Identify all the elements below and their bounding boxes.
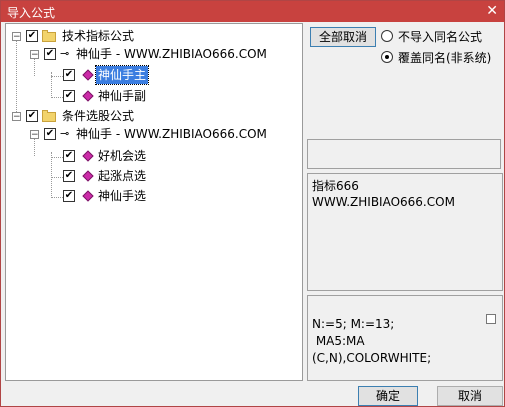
tree-item[interactable]: ✔ 神仙手选: [6, 187, 296, 205]
source-checkbox[interactable]: ✔: [44, 128, 56, 140]
info-panel: 指标666 WWW.ZHIBIAO666.COM: [307, 173, 503, 291]
formula-icon: [82, 170, 94, 182]
source-checkbox[interactable]: ✔: [44, 48, 56, 60]
tree-item[interactable]: ✔ 起涨点选: [6, 167, 296, 185]
import-formula-dialog: 导入公式 ✕ − ✔ 技术指标公式 − ✔ ⊸ 神仙手 - WWW.ZHIBIA…: [0, 0, 505, 407]
group-checkbox[interactable]: ✔: [26, 30, 38, 42]
info-website: WWW.ZHIBIAO666.COM: [312, 195, 455, 209]
tree-item[interactable]: ✔ 神仙手副: [6, 87, 296, 105]
collapse-icon[interactable]: −: [30, 130, 39, 140]
item-label[interactable]: 神仙手副: [98, 87, 146, 105]
window-title: 导入公式: [7, 6, 56, 20]
ok-button[interactable]: 确定: [358, 386, 418, 406]
key-icon: ⊸: [60, 47, 70, 60]
tree-source-node[interactable]: − ✔ ⊸ 神仙手 - WWW.ZHIBIAO666.COM: [6, 125, 296, 143]
formula-icon: [82, 150, 94, 162]
group-label: 技术指标公式: [62, 29, 135, 43]
formula-line-1: N:=5; M:=13;: [312, 317, 395, 331]
status-panel: [307, 139, 501, 169]
formula-preview: N:=5; M:=13; MA5:MA (C,N),COLORWHITE;: [307, 295, 503, 381]
collapse-icon[interactable]: −: [30, 50, 39, 60]
formula-icon: [82, 90, 94, 102]
tree-item[interactable]: ✔ 好机会选: [6, 147, 296, 165]
overwrite-same-name-radio[interactable]: [381, 51, 393, 63]
item-checkbox[interactable]: ✔: [63, 150, 75, 162]
item-checkbox[interactable]: ✔: [63, 170, 75, 182]
skip-same-name-label[interactable]: 不导入同名公式: [398, 28, 482, 45]
item-checkbox[interactable]: ✔: [63, 190, 75, 202]
overwrite-same-name-label[interactable]: 覆盖同名(非系统): [398, 49, 491, 66]
collapse-icon[interactable]: −: [12, 32, 21, 42]
tree-group-screening[interactable]: − ✔ 条件选股公式: [6, 107, 296, 125]
group-checkbox[interactable]: ✔: [26, 110, 38, 122]
tree-source-node[interactable]: − ✔ ⊸ 神仙手 - WWW.ZHIBIAO666.COM: [6, 45, 296, 63]
folder-icon: [42, 30, 56, 42]
tree-group-indicators[interactable]: − ✔ 技术指标公式: [6, 27, 296, 45]
tree-item[interactable]: ✔ 神仙手主: [6, 65, 296, 85]
title-bar: 导入公式 ✕: [1, 1, 504, 22]
preview-checkbox[interactable]: [486, 314, 496, 324]
collapse-icon[interactable]: −: [12, 112, 21, 122]
formula-line-2: MA5:MA: [312, 334, 365, 348]
item-checkbox[interactable]: ✔: [63, 90, 75, 102]
cancel-button[interactable]: 取消: [437, 386, 503, 406]
formula-line-3: (C,N),COLORWHITE;: [312, 351, 432, 365]
item-label[interactable]: 好机会选: [98, 147, 146, 165]
key-icon: ⊸: [60, 127, 70, 140]
source-label: 神仙手 - WWW.ZHIBIAO666.COM: [76, 127, 267, 141]
group-label: 条件选股公式: [62, 109, 135, 123]
close-icon[interactable]: ✕: [486, 2, 498, 20]
item-label[interactable]: 起涨点选: [98, 167, 146, 185]
skip-same-name-radio[interactable]: [381, 30, 393, 42]
source-label: 神仙手 - WWW.ZHIBIAO666.COM: [76, 47, 267, 61]
folder-icon: [42, 110, 56, 122]
info-name: 指标666: [312, 179, 359, 193]
item-checkbox[interactable]: ✔: [63, 69, 75, 81]
deselect-all-button[interactable]: 全部取消: [310, 27, 376, 47]
item-label[interactable]: 神仙手选: [98, 187, 146, 205]
formula-icon: [82, 190, 94, 202]
formula-tree[interactable]: − ✔ 技术指标公式 − ✔ ⊸ 神仙手 - WWW.ZHIBIAO666.CO…: [5, 23, 303, 381]
formula-icon: [82, 69, 94, 81]
item-label-selected[interactable]: 神仙手主: [94, 65, 150, 85]
